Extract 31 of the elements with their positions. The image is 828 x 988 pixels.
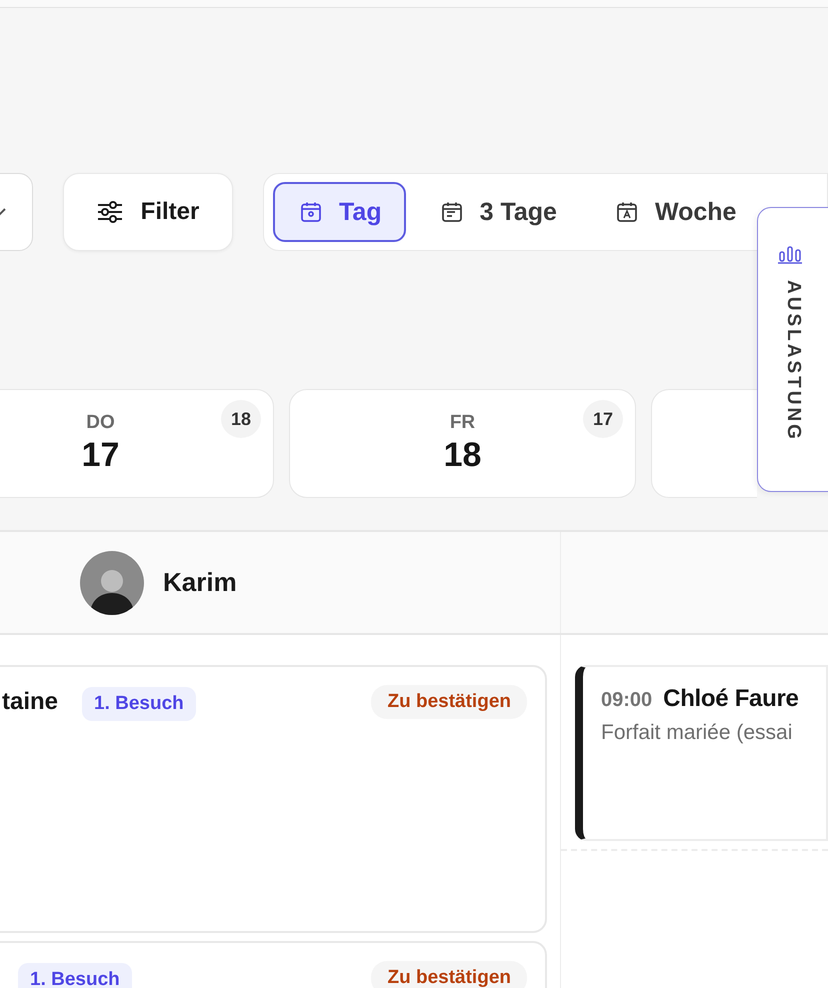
calendar-icon xyxy=(299,200,323,224)
sliders-icon xyxy=(96,200,123,224)
side-tab-label: AUSLASTUNG xyxy=(782,280,804,442)
date-number: 17 xyxy=(82,436,120,475)
utilization-side-tab[interactable]: AUSLASTUNG xyxy=(757,207,828,492)
appointment-time: 09:00 xyxy=(601,689,652,712)
view-tab[interactable]: 3 Tage xyxy=(414,182,581,242)
weekday-label: DO xyxy=(86,412,115,434)
appointment-card[interactable]: 1. Besuch Zu bestätigen xyxy=(0,941,547,988)
appointment-card[interactable]: taine 1. Besuch Zu bestätigen xyxy=(0,665,547,933)
bar-chart-icon xyxy=(778,244,802,264)
weekday-label: FR xyxy=(450,412,476,434)
count-badge: 17 xyxy=(583,400,623,438)
count-badge: 18 xyxy=(221,400,261,438)
day-card[interactable]: FR 18 17 xyxy=(289,389,636,498)
date-number: 18 xyxy=(444,436,482,475)
view-tab[interactable]: Tag xyxy=(273,182,406,242)
appointment-card[interactable]: 09:00 Chloé Faure Forfait mariée (essai xyxy=(575,665,828,841)
filter-button[interactable]: Filter xyxy=(63,173,233,251)
visit-tag: 1. Besuch xyxy=(82,687,196,721)
calendar-icon xyxy=(440,200,464,224)
day-card[interactable]: DO 17 18 xyxy=(0,389,274,498)
staff-name: Karim xyxy=(163,567,237,598)
client-name: taine xyxy=(2,688,58,716)
client-name: Chloé Faure xyxy=(663,685,799,713)
calendar-icon xyxy=(614,200,639,224)
day-card[interactable] xyxy=(651,389,757,498)
visit-tag: 1. Besuch xyxy=(18,963,132,988)
status-tag: Zu bestätigen xyxy=(371,961,527,988)
status-tag: Zu bestätigen xyxy=(371,685,527,719)
service-name: Forfait mariée (essai xyxy=(601,721,794,745)
